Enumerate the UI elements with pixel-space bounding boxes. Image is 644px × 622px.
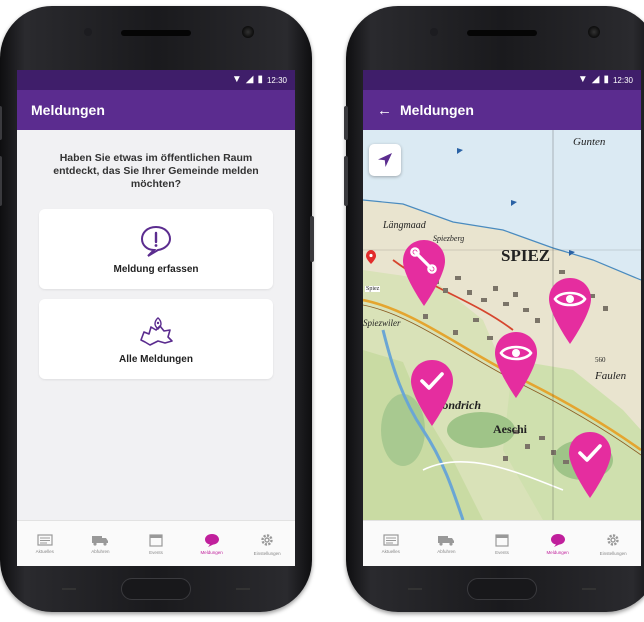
signal-icon: ◢ <box>591 74 600 85</box>
volume-button <box>344 156 348 206</box>
nav-item-abfuhren[interactable]: Abfuhren <box>73 521 129 566</box>
phone-left: ▼ ◢ ▮ 12:30 Meldungen Haben Sie etwas im… <box>0 6 314 612</box>
power-button <box>310 216 314 262</box>
sensor <box>84 28 92 36</box>
back-key[interactable] <box>236 588 250 590</box>
nav-item-abfuhren[interactable]: Abfuhren <box>419 521 475 566</box>
chat-bubble-icon <box>550 533 565 547</box>
volume-button <box>0 106 2 140</box>
nav-item-einstellungen[interactable]: Einstellungen <box>585 521 641 566</box>
map-label: Aeschi <box>493 422 527 436</box>
app-bar: ← Meldungen <box>363 90 641 130</box>
eye-pin[interactable] <box>493 330 539 400</box>
speaker-grille <box>467 30 537 36</box>
home-button[interactable] <box>467 578 537 600</box>
nav-label: Meldungen <box>546 549 569 555</box>
create-report-card[interactable]: Meldung erfassen <box>39 209 273 289</box>
chat-bubble-icon <box>204 533 219 547</box>
recent-apps-key[interactable] <box>408 588 422 590</box>
front-camera <box>588 26 600 38</box>
wrench-pin[interactable] <box>401 238 447 308</box>
stage: ▼ ◢ ▮ 12:30 Meldungen Haben Sie etwas im… <box>0 0 644 622</box>
battery-icon: ▮ <box>603 74 609 85</box>
nav-label: Events <box>149 549 163 555</box>
nav-label: Einstellungen <box>253 550 281 556</box>
status-bar: ▼ ◢ ▮ 12:30 <box>17 70 295 90</box>
speech-exclamation-icon <box>140 225 172 257</box>
nav-label: Abfuhren <box>91 548 110 554</box>
map-label: Spiezwiler <box>363 318 401 328</box>
nav-item-events[interactable]: Events <box>128 521 184 566</box>
battery-icon: ▮ <box>257 74 263 85</box>
signal-icon: ◢ <box>245 74 254 85</box>
eye-pin[interactable] <box>547 276 593 346</box>
nav-label: Aktuelles <box>381 548 400 554</box>
nav-label: Einstellungen <box>599 550 627 556</box>
back-arrow-icon[interactable]: ← <box>377 102 392 119</box>
truck-icon <box>438 535 455 546</box>
nav-item-events[interactable]: Events <box>474 521 530 566</box>
map-label: Gunten <box>573 136 606 148</box>
nav-item-aktuelles[interactable]: Aktuelles <box>17 521 73 566</box>
municipality-map-icon <box>140 316 173 346</box>
check-pin[interactable] <box>409 358 455 428</box>
all-reports-card[interactable]: Alle Meldungen <box>39 299 273 379</box>
map-label: Längmaad <box>383 220 426 231</box>
gear-icon <box>607 533 619 546</box>
map-label: Spiez <box>365 286 381 292</box>
back-key[interactable] <box>582 588 596 590</box>
map-label: 560 <box>595 356 606 364</box>
status-time: 12:30 <box>612 75 633 85</box>
app-bar: Meldungen <box>17 90 295 130</box>
bottom-nav: Aktuelles Abfuhren Events Meldungen Eins… <box>363 520 641 566</box>
hardware-keys <box>346 576 644 602</box>
home-button[interactable] <box>121 578 191 600</box>
news-icon <box>383 533 399 546</box>
speaker-grille <box>121 30 191 36</box>
nav-label: Meldungen <box>200 549 223 555</box>
nav-label: Aktuelles <box>35 548 54 554</box>
nav-item-aktuelles[interactable]: Aktuelles <box>363 521 419 566</box>
volume-button <box>344 106 348 140</box>
nav-label: Abfuhren <box>437 548 456 554</box>
screen: ▼ ◢ ▮ 12:30 ← Meldungen Gunten Längmaad … <box>363 70 641 566</box>
hardware-keys <box>0 576 312 602</box>
front-camera <box>242 26 254 38</box>
wifi-icon: ▼ <box>231 74 242 85</box>
all-reports-label: Alle Meldungen <box>119 353 193 365</box>
prompt-text: Haben Sie etwas im öffentlichen Raum ent… <box>53 152 259 190</box>
nav-item-meldungen[interactable]: Meldungen <box>184 521 240 566</box>
locate-button[interactable] <box>369 144 401 176</box>
calendar-icon <box>495 533 509 547</box>
truck-icon <box>92 535 109 546</box>
bottom-nav: Aktuelles Abfuhren Events Meldungen Eins… <box>17 520 295 566</box>
create-report-label: Meldung erfassen <box>113 263 199 275</box>
check-pin[interactable] <box>567 430 613 500</box>
calendar-icon <box>149 533 163 547</box>
phone-right: ▼ ◢ ▮ 12:30 ← Meldungen Gunten Längmaad … <box>344 6 644 612</box>
gear-icon <box>261 533 273 546</box>
page-title: Meldungen <box>31 102 105 118</box>
map-label: Faulen <box>595 370 627 382</box>
status-time: 12:30 <box>266 75 287 85</box>
navigation-arrow-icon <box>378 153 392 167</box>
recent-apps-key[interactable] <box>62 588 76 590</box>
nav-label: Events <box>495 549 509 555</box>
map-label: SPIEZ <box>501 246 551 265</box>
nav-item-meldungen[interactable]: Meldungen <box>530 521 586 566</box>
volume-button <box>0 156 2 206</box>
map-view[interactable]: Gunten Längmaad Spiezberg SPIEZ Spiezwil… <box>363 130 641 520</box>
sensor <box>430 28 438 36</box>
status-bar: ▼ ◢ ▮ 12:30 <box>363 70 641 90</box>
news-icon <box>37 533 53 546</box>
page-title: Meldungen <box>400 102 474 118</box>
nav-item-einstellungen[interactable]: Einstellungen <box>239 521 295 566</box>
screen: ▼ ◢ ▮ 12:30 Meldungen Haben Sie etwas im… <box>17 70 295 566</box>
wifi-icon: ▼ <box>577 74 588 85</box>
